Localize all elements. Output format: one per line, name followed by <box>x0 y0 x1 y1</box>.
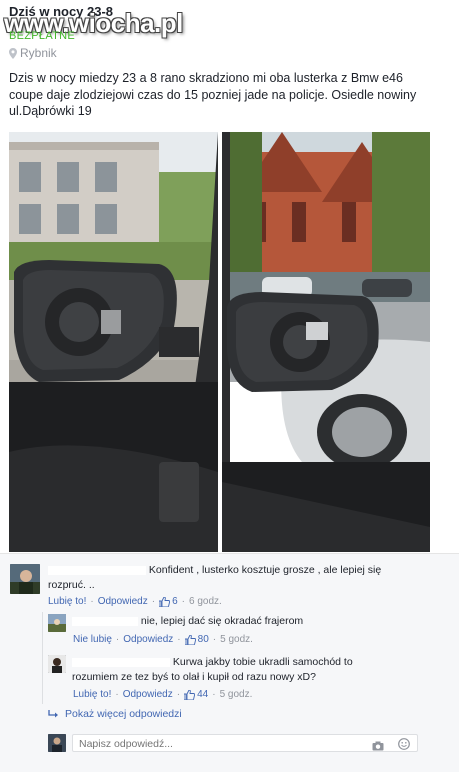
like-count[interactable]: 80 <box>184 634 209 645</box>
like-count[interactable]: 44 <box>184 689 208 700</box>
reply-arrow-icon <box>48 709 59 719</box>
thumb-up-icon <box>184 634 196 645</box>
like-button[interactable]: Lubię to! <box>48 596 86 607</box>
reply-input[interactable] <box>79 737 359 750</box>
reply-button[interactable]: Odpowiedz <box>123 689 173 700</box>
redacted-name <box>72 616 138 626</box>
reply-time: 5 godz. <box>220 634 253 645</box>
avatar[interactable] <box>48 734 66 752</box>
comment-text: Konfident , lusterko kosztuje grosze , a… <box>48 564 382 591</box>
reply-actions: Nie lubię · Odpowiedz · 80 · 5 godz. <box>73 634 253 645</box>
emoji-icon[interactable] <box>398 737 410 750</box>
reply-button[interactable]: Odpowiedz <box>98 596 148 607</box>
avatar[interactable] <box>48 614 66 632</box>
photo-right-mirror[interactable] <box>222 132 430 552</box>
like-count[interactable]: 6 <box>159 596 178 607</box>
thumb-up-icon <box>184 689 196 700</box>
avatar[interactable] <box>48 655 66 673</box>
reply-button[interactable]: Odpowiedz <box>123 634 173 645</box>
like-button[interactable]: Lubię to! <box>73 689 111 700</box>
reply-time: 5 godz. <box>219 689 253 700</box>
comment-time: 6 godz. <box>189 596 222 607</box>
reply-input-box[interactable] <box>72 734 418 752</box>
location-label: Rybnik <box>20 46 57 60</box>
redacted-name <box>48 565 146 575</box>
reply-text: nie, lepiej dać się okradać frajerom <box>72 614 402 629</box>
thread-line <box>42 612 43 704</box>
pin-icon <box>9 47 17 59</box>
thumb-up-icon <box>159 596 171 607</box>
unlike-button[interactable]: Nie lubię <box>73 634 112 645</box>
price-tag: BEZPŁATNE <box>9 30 76 42</box>
avatar[interactable] <box>10 564 40 594</box>
show-more-replies-label: Pokaż więcej odpowiedzi <box>65 708 182 720</box>
location[interactable]: Rybnik <box>9 46 57 60</box>
photo-left-mirror[interactable] <box>9 132 218 552</box>
post-body: Dzis w nocy miedzy 23 a 8 rano skradzion… <box>9 71 417 118</box>
marketplace-post: Dziś w nocy 23-8 www.wiocha.pl BEZPŁATNE… <box>0 0 459 772</box>
show-more-replies-link[interactable]: Pokaż więcej odpowiedzi <box>48 708 182 720</box>
comment-actions: Lubię to! · Odpowiedz · 6 · 6 godz. <box>48 596 222 607</box>
reply-text: Kurwa jakby tobie ukradli samochód to ro… <box>72 656 353 683</box>
redacted-name <box>72 657 170 667</box>
camera-icon[interactable] <box>372 738 384 751</box>
reply-actions: Lubię to! · Odpowiedz · 44 · 5 godz. <box>73 689 253 700</box>
